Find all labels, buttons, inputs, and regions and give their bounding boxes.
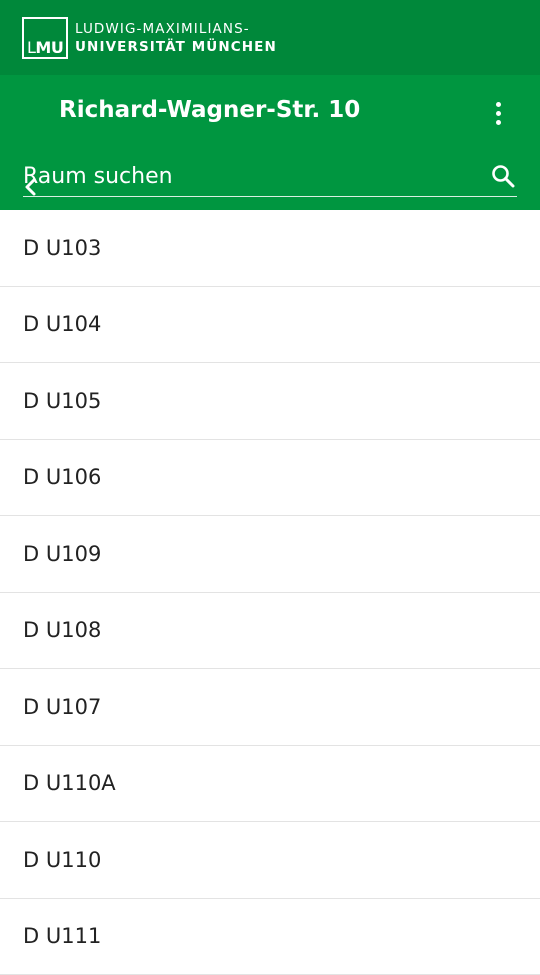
- list-item[interactable]: D U110A: [0, 746, 540, 823]
- university-header: LMU LUDWIG-MAXIMILIANS- UNIVERSITÄT MÜNC…: [0, 0, 540, 75]
- university-name-line2: UNIVERSITÄT MÜNCHEN: [75, 38, 277, 56]
- room-list: D U103 D U104 D U105 D U106 D U109 D U10…: [0, 210, 540, 975]
- search-input[interactable]: [23, 164, 489, 189]
- list-item[interactable]: D U111: [0, 899, 540, 975]
- more-options-button[interactable]: [486, 98, 510, 128]
- search-icon: [490, 163, 516, 189]
- university-name-line1: LUDWIG-MAXIMILIANS-: [75, 20, 277, 38]
- list-item[interactable]: D U109: [0, 516, 540, 593]
- list-item[interactable]: D U108: [0, 593, 540, 670]
- list-item[interactable]: D U105: [0, 363, 540, 440]
- list-item[interactable]: D U107: [0, 669, 540, 746]
- page-title: Richard-Wagner-Str. 10: [59, 97, 360, 123]
- more-vert-icon-dot: [496, 120, 501, 125]
- lmu-logo: LMU: [22, 17, 68, 59]
- list-item[interactable]: D U110: [0, 822, 540, 899]
- list-item[interactable]: D U104: [0, 287, 540, 364]
- app-bar: Richard-Wagner-Str. 10: [0, 75, 540, 210]
- search-bar: [23, 156, 517, 197]
- search-button[interactable]: [489, 162, 517, 190]
- list-item[interactable]: D U103: [0, 210, 540, 287]
- more-vert-icon: [496, 102, 501, 107]
- more-vert-icon-dot: [496, 111, 501, 116]
- list-item[interactable]: D U106: [0, 440, 540, 517]
- university-name: LUDWIG-MAXIMILIANS- UNIVERSITÄT MÜNCHEN: [75, 20, 277, 56]
- lmu-logo-text: LMU: [27, 40, 63, 56]
